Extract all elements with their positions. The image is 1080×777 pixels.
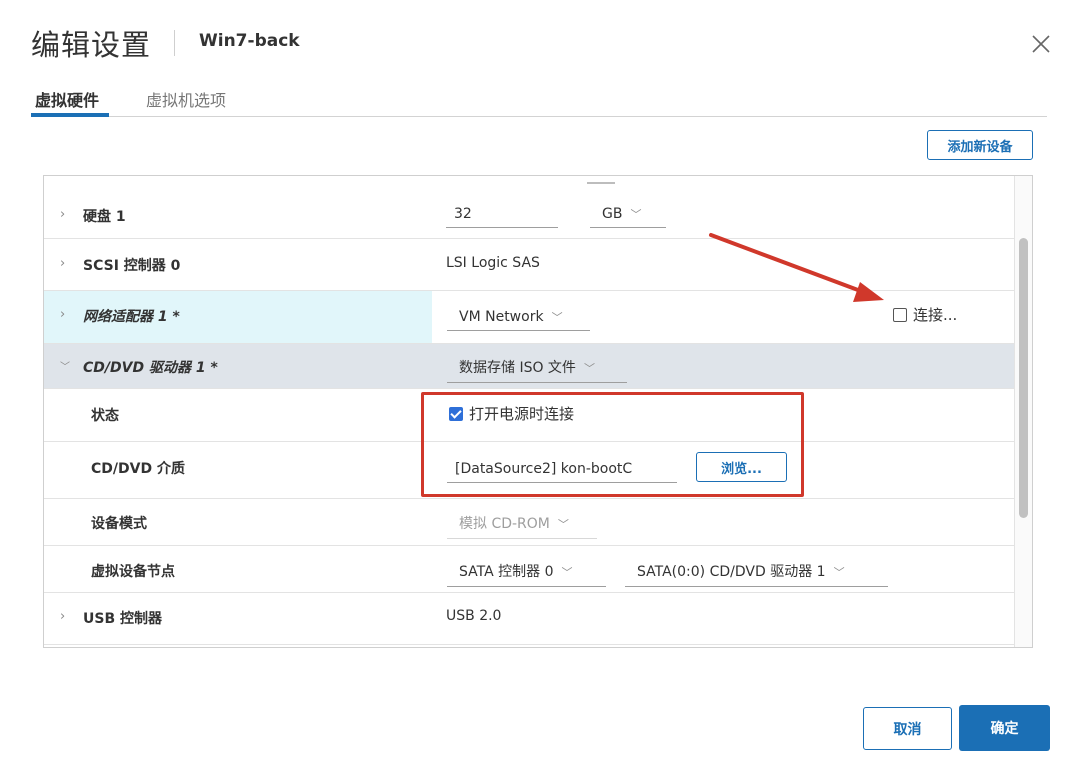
connect-label: 连接...: [913, 306, 958, 324]
chevron-down-icon: ﹀: [561, 566, 573, 579]
cddvd-type-select[interactable]: 数据存储 ISO 文件 ﹀: [447, 357, 627, 383]
scsi-label: SCSI 控制器 0: [83, 258, 181, 274]
chevron-down-icon: ﹀: [557, 518, 569, 531]
cddvd-type-value: 数据存储 ISO 文件: [459, 360, 576, 376]
disk-label: 硬盘 1: [83, 209, 126, 225]
vm-name: Win7-back: [199, 31, 300, 51]
cddvd-label: CD/DVD 驱动器 1 *: [83, 360, 218, 376]
media-path-input[interactable]: [DataSource2] kon-bootC: [447, 461, 677, 483]
disk-size-input[interactable]: 32: [446, 206, 558, 228]
chevron-down-icon: ﹀: [551, 311, 563, 324]
node-label: 虚拟设备节点: [91, 564, 175, 580]
disk-unit-value: GB: [602, 206, 623, 222]
connect-at-power-on-checkbox[interactable]: 打开电源时连接: [449, 403, 574, 424]
scrollbar-thumb[interactable]: [1019, 238, 1028, 518]
add-new-device-button[interactable]: 添加新设备: [927, 130, 1033, 160]
hardware-row-usb: › USB 控制器 USB 2.0: [44, 593, 1014, 645]
network-select[interactable]: VM Network ﹀: [447, 309, 590, 331]
connect-at-power-on-label: 打开电源时连接: [469, 405, 575, 423]
disk-unit-select[interactable]: GB ﹀: [590, 206, 666, 228]
device-node-value: SATA(0:0) CD/DVD 驱动器 1: [637, 564, 826, 580]
scsi-value: LSI Logic SAS: [446, 255, 540, 271]
network-value: VM Network: [459, 309, 544, 325]
ok-button[interactable]: 确定: [959, 705, 1050, 751]
usb-value: USB 2.0: [446, 608, 502, 624]
checkbox-icon[interactable]: [893, 307, 907, 322]
hardware-row-cddvd: ﹀ CD/DVD 驱动器 1 * 数据存储 ISO 文件 ﹀: [44, 344, 1014, 389]
vertical-scrollbar[interactable]: [1014, 176, 1032, 647]
hardware-row-scsi: › SCSI 控制器 0 LSI Logic SAS: [44, 239, 1014, 291]
title-separator: [174, 30, 175, 56]
close-icon[interactable]: [1028, 31, 1054, 57]
media-path-value: [DataSource2] kon-bootC: [455, 461, 633, 477]
disk-size-value: 32: [454, 206, 472, 222]
chevron-down-icon: ﹀: [583, 362, 595, 375]
usb-label: USB 控制器: [83, 611, 162, 627]
device-mode-label: 设备模式: [91, 516, 147, 532]
tab-virtual-hardware[interactable]: 虚拟硬件: [35, 87, 99, 111]
connect-checkbox[interactable]: 连接...: [893, 304, 957, 325]
expand-chevron-icon[interactable]: ›: [60, 609, 65, 624]
tab-vm-options[interactable]: 虚拟机选项: [146, 87, 226, 111]
tab-bar: 虚拟硬件 虚拟机选项: [31, 84, 1047, 117]
checkbox-checked-icon[interactable]: [449, 406, 463, 421]
close-button[interactable]: [1028, 31, 1054, 57]
cancel-button[interactable]: 取消: [863, 707, 952, 750]
sata-controller-select[interactable]: SATA 控制器 0 ﹀: [447, 561, 606, 587]
expand-chevron-icon[interactable]: ›: [60, 307, 65, 322]
media-label: CD/DVD 介质: [91, 461, 185, 477]
expand-chevron-icon[interactable]: ›: [60, 256, 65, 271]
sata-controller-value: SATA 控制器 0: [459, 564, 554, 580]
collapse-chevron-icon[interactable]: ﹀: [60, 358, 70, 373]
status-label: 状态: [91, 408, 119, 424]
browse-button[interactable]: 浏览...: [696, 452, 787, 482]
hardware-row-network: › 网络适配器 1 * VM Network ﹀ 连接...: [44, 291, 1014, 344]
device-mode-value: 模拟 CD-ROM: [459, 516, 550, 532]
cddvd-status-row: 状态 打开电源时连接: [44, 389, 1014, 442]
device-node-select[interactable]: SATA(0:0) CD/DVD 驱动器 1 ﹀: [625, 561, 888, 587]
hardware-row-disk: › 硬盘 1 32 GB ﹀: [44, 192, 1014, 239]
chevron-down-icon: ﹀: [630, 208, 642, 221]
device-mode-select[interactable]: 模拟 CD-ROM ﹀: [447, 513, 597, 539]
resize-grip[interactable]: [587, 180, 615, 184]
chevron-down-icon: ﹀: [833, 566, 845, 579]
dialog-title: 编辑设置: [31, 28, 152, 62]
cddvd-device-mode-row: 设备模式 模拟 CD-ROM ﹀: [44, 499, 1014, 546]
expand-chevron-icon[interactable]: ›: [60, 207, 65, 222]
cddvd-media-row: CD/DVD 介质 [DataSource2] kon-bootC: [44, 442, 1014, 499]
network-label: 网络适配器 1 *: [83, 309, 180, 325]
cddvd-node-row: 虚拟设备节点 SATA 控制器 0 ﹀ SATA(0:0) CD/DVD 驱动器 …: [44, 546, 1014, 593]
hardware-grid: › 硬盘 1 32 GB ﹀ › SCSI 控制器 0 LSI Logic SAS…: [43, 175, 1033, 648]
active-tab-indicator: [31, 113, 109, 117]
